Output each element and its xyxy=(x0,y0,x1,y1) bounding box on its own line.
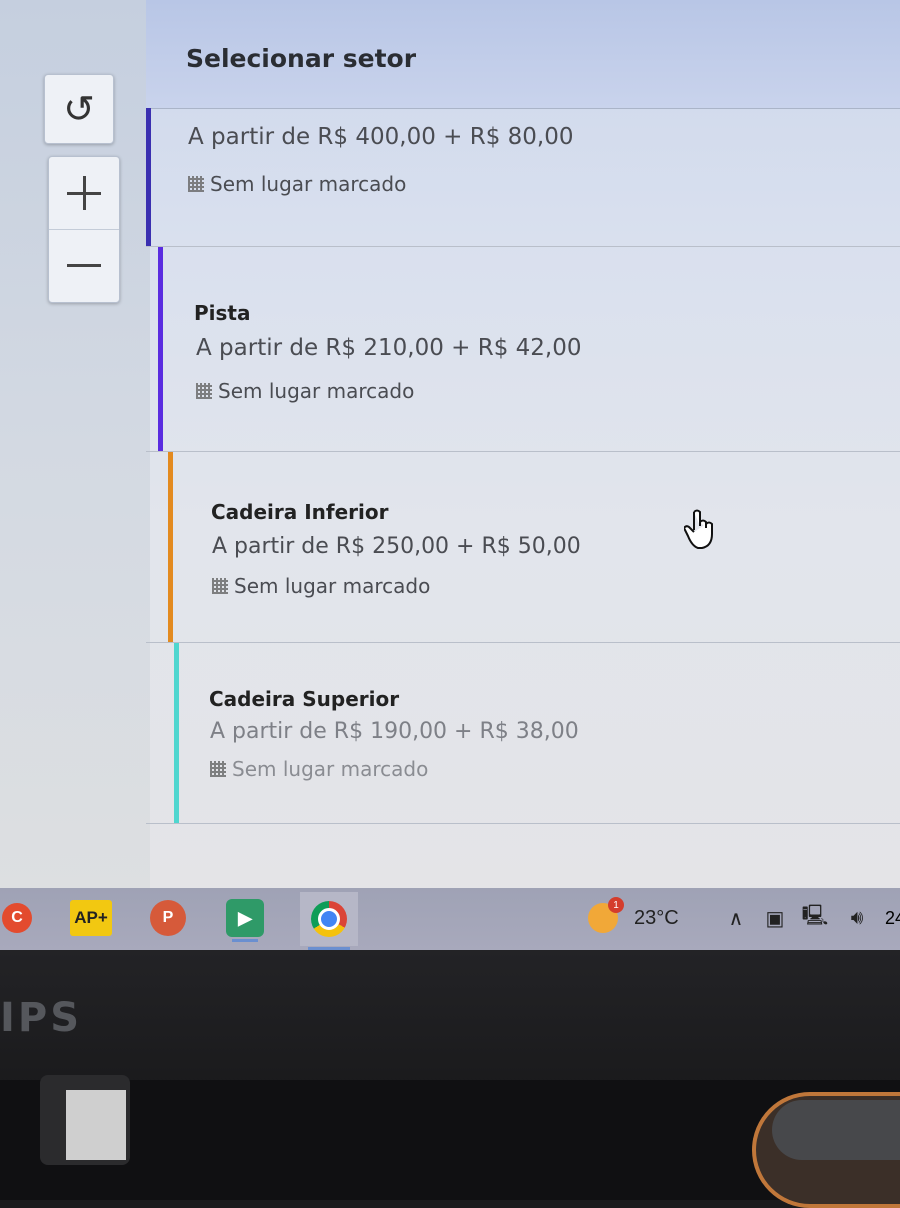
sector-seat-info: Sem lugar marcado xyxy=(212,574,430,598)
sun-icon: 1 xyxy=(588,897,624,933)
app-icon: C xyxy=(2,903,32,933)
seat-grid-icon xyxy=(212,578,228,594)
plus-icon xyxy=(67,176,101,210)
windows-taskbar: C AP+ P ▶ 1 23°C ∧ ▣ 🖳 🔊︎ 2 xyxy=(0,888,900,950)
meet-now-button[interactable]: ▣ xyxy=(762,898,788,938)
taskbar-app-button[interactable]: C xyxy=(0,898,34,938)
sector-name: Cadeira Inferior xyxy=(211,500,389,524)
notification-badge: 1 xyxy=(608,897,624,913)
monitor-bezel xyxy=(0,950,900,1090)
reset-view-button[interactable]: ↺ xyxy=(44,74,114,144)
barcode-sticker xyxy=(66,1090,126,1160)
volume-button[interactable]: 🔊︎ xyxy=(842,898,872,938)
screen: ↺ Selecionar setor A partir de R$ 400,00… xyxy=(0,0,900,960)
sector-item[interactable]: A partir de R$ 400,00 + R$ 80,00 Sem lug… xyxy=(146,108,900,247)
chrome-icon xyxy=(311,901,347,937)
sector-name: Cadeira Superior xyxy=(209,687,400,711)
ap-label: AP+ xyxy=(74,908,108,927)
camera-icon: ▣ xyxy=(765,907,785,930)
sector-seat-info: Sem lugar marcado xyxy=(196,379,414,403)
zoom-in-button[interactable] xyxy=(49,157,119,230)
seat-grid-icon xyxy=(210,761,226,777)
speaker-inner xyxy=(772,1100,900,1160)
network-icon: 🖳 xyxy=(801,905,829,927)
zoom-controls xyxy=(48,156,120,303)
hand-cursor-icon xyxy=(684,509,713,549)
sector-seat-info: Sem lugar marcado xyxy=(188,172,406,196)
seat-info-label: Sem lugar marcado xyxy=(232,757,429,781)
seat-grid-icon xyxy=(188,176,204,192)
sector-name: Pista xyxy=(194,301,251,325)
seat-grid-icon xyxy=(196,383,212,399)
sector-price: A partir de R$ 250,00 + R$ 50,00 xyxy=(212,534,581,559)
taskbar-ap-button[interactable]: AP+ xyxy=(70,900,112,936)
chevron-up-icon: ∧ xyxy=(728,907,744,930)
sector-item-pista[interactable]: Pista A partir de R$ 210,00 + R$ 42,00 S… xyxy=(146,247,900,452)
sector-seat-info: Sem lugar marcado xyxy=(210,757,428,781)
sector-price: A partir de R$ 400,00 + R$ 80,00 xyxy=(188,124,574,150)
seat-info-label: Sem lugar marcado xyxy=(218,379,415,403)
sector-color-stripe xyxy=(168,452,173,642)
zoom-out-button[interactable] xyxy=(49,229,119,301)
panel-header: Selecionar setor xyxy=(146,0,900,109)
venue-map-area[interactable]: ↺ xyxy=(0,0,150,890)
speaker-icon: 🔊︎ xyxy=(850,906,864,929)
sector-color-stripe xyxy=(174,643,179,823)
sector-item-cadeira-superior[interactable]: Cadeira Superior A partir de R$ 190,00 +… xyxy=(146,643,900,824)
taskbar-powerpoint-button[interactable]: P xyxy=(148,898,188,938)
active-underline xyxy=(232,939,258,942)
clock-partial[interactable]: 24 xyxy=(880,898,900,938)
weather-widget[interactable]: 1 23°C xyxy=(588,897,698,938)
network-button[interactable]: 🖳 xyxy=(800,898,830,938)
rotate-ccw-icon: ↺ xyxy=(63,87,95,131)
sector-item-cadeira-inferior[interactable]: Cadeira Inferior A partir de R$ 250,00 +… xyxy=(146,452,900,643)
sector-color-stripe xyxy=(158,247,163,451)
powerpoint-icon: P xyxy=(150,900,186,936)
seat-info-label: Sem lugar marcado xyxy=(210,172,407,196)
monitor-brand: IPS xyxy=(0,995,83,1041)
show-hidden-icons-button[interactable]: ∧ xyxy=(724,898,748,938)
shield-play-icon: ▶ xyxy=(226,899,264,937)
sector-price: A partir de R$ 190,00 + R$ 38,00 xyxy=(210,719,579,744)
sector-color-stripe xyxy=(146,108,151,246)
sector-panel: Selecionar setor A partir de R$ 400,00 +… xyxy=(146,0,900,890)
ppt-label: P xyxy=(162,909,174,926)
taskbar-security-button[interactable]: ▶ xyxy=(224,898,266,942)
weather-temperature: 23°C xyxy=(634,906,679,929)
sector-price: A partir de R$ 210,00 + R$ 42,00 xyxy=(196,335,582,361)
minus-icon xyxy=(67,263,101,267)
taskbar-chrome-button[interactable] xyxy=(300,892,358,950)
panel-title: Selecionar setor xyxy=(186,44,417,73)
seat-info-label: Sem lugar marcado xyxy=(234,574,431,598)
